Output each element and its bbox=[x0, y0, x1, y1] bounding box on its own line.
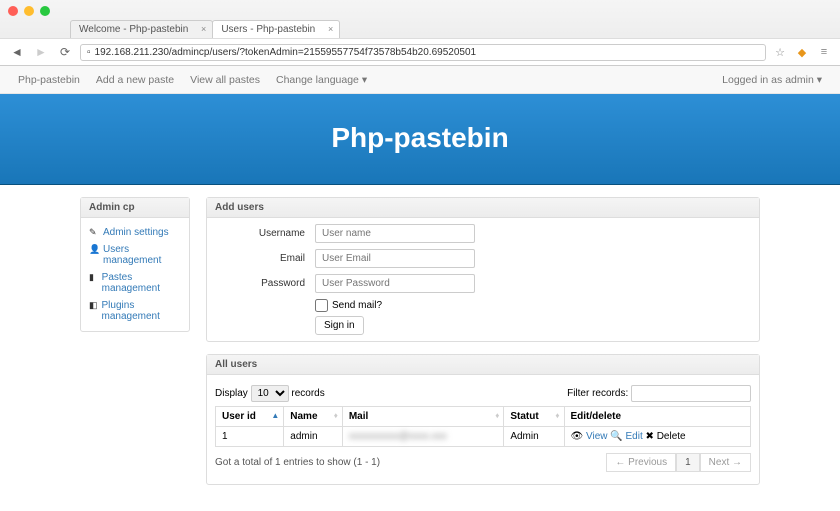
sendmail-checkbox[interactable] bbox=[315, 299, 328, 312]
eye-icon: 👁 bbox=[571, 431, 584, 442]
address-bar[interactable]: ▫ 192.168.211.230/admincp/users/?tokenAd… bbox=[80, 44, 766, 61]
password-input[interactable] bbox=[315, 274, 475, 293]
col-mail[interactable]: Mail♦ bbox=[342, 407, 503, 427]
browser-chrome: Welcome - Php-pastebin × Users - Php-pas… bbox=[0, 0, 840, 66]
sidebar-item-label: Admin settings bbox=[103, 227, 169, 238]
reload-button[interactable]: ⟳ bbox=[56, 43, 74, 61]
nav-logged-in[interactable]: Logged in as admin ▾ bbox=[714, 74, 830, 86]
sort-icon: ♦ bbox=[495, 411, 499, 420]
close-tab-icon[interactable]: × bbox=[328, 24, 333, 34]
page-size-select[interactable]: 10 bbox=[251, 385, 289, 402]
sidebar-item-pastes[interactable]: ▮ Pastes management bbox=[89, 269, 181, 297]
top-navbar: Php-pastebin Add a new paste View all pa… bbox=[0, 66, 840, 94]
file-icon: ▮ bbox=[89, 272, 98, 283]
sidebar-item-label: Users management bbox=[103, 244, 181, 266]
tab-title: Users - Php-pastebin bbox=[221, 24, 315, 35]
users-table: User id▲ Name♦ Mail♦ Statut♦ Edit/delete… bbox=[215, 406, 751, 447]
close-tab-icon[interactable]: × bbox=[201, 24, 206, 34]
brand[interactable]: Php-pastebin bbox=[10, 74, 88, 86]
delete-icon: ✖ bbox=[646, 431, 654, 442]
records-label: records bbox=[291, 388, 324, 399]
panel-heading: Add users bbox=[207, 198, 759, 218]
pager-page[interactable]: 1 bbox=[676, 453, 700, 472]
minimize-window-icon[interactable] bbox=[24, 6, 34, 16]
plugin-icon: ◧ bbox=[89, 300, 98, 311]
sidebar-item-plugins[interactable]: ◧ Plugins management bbox=[89, 297, 181, 325]
password-label: Password bbox=[215, 278, 315, 289]
cell-id: 1 bbox=[216, 427, 284, 447]
username-input[interactable] bbox=[315, 224, 475, 243]
nav-view-pastes[interactable]: View all pastes bbox=[182, 74, 268, 86]
caret-down-icon: ▾ bbox=[362, 74, 367, 86]
caret-down-icon: ▾ bbox=[817, 74, 822, 86]
cell-actions: 👁 View 🔍 Edit ✖ Delete bbox=[564, 427, 751, 447]
add-users-panel: Add users Username Email Password bbox=[206, 197, 760, 342]
cell-statut: Admin bbox=[504, 427, 564, 447]
sort-icon: ♦ bbox=[555, 411, 559, 420]
sidebar: Admin cp ✎ Admin settings 👤 Users manage… bbox=[80, 197, 190, 497]
sidebar-item-users[interactable]: 👤 Users management bbox=[89, 241, 181, 269]
page-content: Php-pastebin Add a new paste View all pa… bbox=[0, 66, 840, 509]
menu-icon[interactable]: ≡ bbox=[816, 46, 832, 58]
nav-change-language[interactable]: Change language ▾ bbox=[268, 74, 375, 86]
col-statut[interactable]: Statut♦ bbox=[504, 407, 564, 427]
sort-icon: ♦ bbox=[334, 411, 338, 420]
wrench-icon: ✎ bbox=[89, 227, 99, 238]
edit-link[interactable]: Edit bbox=[626, 431, 643, 442]
cell-mail: xxxxxxxxxx@xxxx.xxx bbox=[342, 427, 503, 447]
main-content: Add users Username Email Password bbox=[206, 197, 760, 497]
extension-icon[interactable]: ◆ bbox=[794, 46, 810, 59]
maximize-window-icon[interactable] bbox=[40, 6, 50, 16]
page-icon: ▫ bbox=[87, 47, 91, 58]
pager-prev[interactable]: ← Previous bbox=[606, 453, 676, 472]
admin-cp-panel: Admin cp ✎ Admin settings 👤 Users manage… bbox=[80, 197, 190, 332]
email-label: Email bbox=[215, 253, 315, 264]
sort-asc-icon: ▲ bbox=[271, 411, 279, 420]
address-toolbar: ◄ ► ⟳ ▫ 192.168.211.230/admincp/users/?t… bbox=[0, 38, 840, 65]
window-controls bbox=[0, 0, 840, 20]
cell-name: admin bbox=[284, 427, 343, 447]
display-label: Display bbox=[215, 388, 248, 399]
filter-input[interactable] bbox=[631, 385, 751, 402]
bookmark-icon[interactable]: ☆ bbox=[772, 46, 788, 59]
search-icon: 🔍 bbox=[610, 431, 622, 442]
nav-add-paste[interactable]: Add a new paste bbox=[88, 74, 182, 86]
all-users-panel: All users Display 10 records Filter reco… bbox=[206, 354, 760, 485]
panel-heading: All users bbox=[207, 355, 759, 375]
table-row: 1 admin xxxxxxxxxx@xxxx.xxx Admin 👁 View… bbox=[216, 427, 751, 447]
sendmail-label: Send mail? bbox=[332, 300, 382, 311]
tab-title: Welcome - Php-pastebin bbox=[79, 24, 188, 35]
view-link[interactable]: View bbox=[586, 431, 608, 442]
col-user-id[interactable]: User id▲ bbox=[216, 407, 284, 427]
back-button[interactable]: ◄ bbox=[8, 43, 26, 61]
filter-label: Filter records: bbox=[567, 388, 628, 399]
sidebar-item-admin-settings[interactable]: ✎ Admin settings bbox=[89, 224, 181, 241]
sidebar-item-label: Plugins management bbox=[102, 300, 181, 322]
delete-link[interactable]: Delete bbox=[657, 431, 686, 442]
hero-title: Php-pastebin bbox=[0, 122, 840, 154]
col-name[interactable]: Name♦ bbox=[284, 407, 343, 427]
signin-button[interactable]: Sign in bbox=[315, 316, 364, 335]
browser-tab[interactable]: Welcome - Php-pastebin × bbox=[70, 20, 213, 38]
email-input[interactable] bbox=[315, 249, 475, 268]
browser-tabs: Welcome - Php-pastebin × Users - Php-pas… bbox=[0, 20, 840, 38]
forward-button[interactable]: ► bbox=[32, 43, 50, 61]
url-text: 192.168.211.230/admincp/users/?tokenAdmi… bbox=[95, 47, 477, 58]
panel-heading: Admin cp bbox=[81, 198, 189, 218]
table-info: Got a total of 1 entries to show (1 - 1) bbox=[215, 457, 380, 468]
user-icon: 👤 bbox=[89, 244, 99, 255]
hero-banner: Php-pastebin bbox=[0, 94, 840, 185]
browser-tab[interactable]: Users - Php-pastebin × bbox=[212, 20, 340, 38]
pager-next[interactable]: Next → bbox=[700, 453, 751, 472]
pagination: ← Previous 1 Next → bbox=[606, 453, 751, 472]
close-window-icon[interactable] bbox=[8, 6, 18, 16]
sidebar-item-label: Pastes management bbox=[102, 272, 181, 294]
username-label: Username bbox=[215, 228, 315, 239]
col-edit-delete: Edit/delete bbox=[564, 407, 751, 427]
